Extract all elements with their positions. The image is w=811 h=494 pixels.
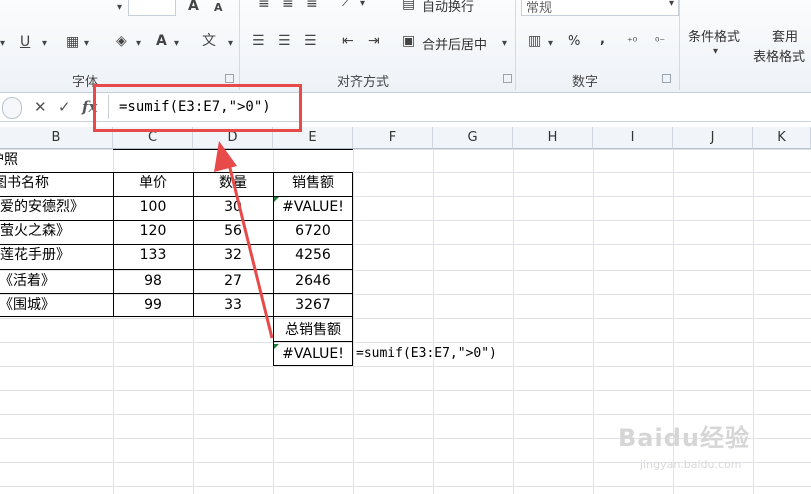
baidu-watermark-url: jingyan.baidu.com: [640, 458, 742, 471]
baidu-watermark-logo: Baidu经验: [618, 424, 750, 452]
